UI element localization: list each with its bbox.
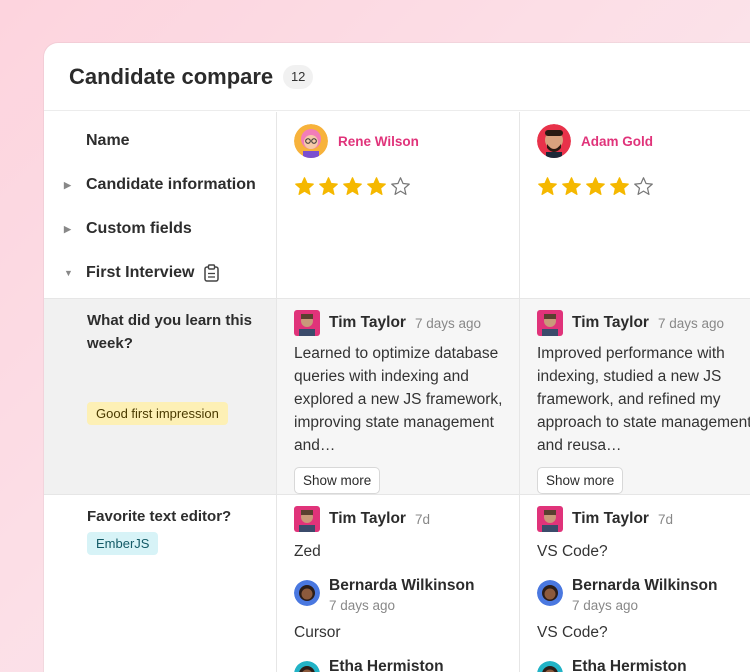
author-name: Tim Taylor [572, 314, 649, 331]
question-text: What did you learn this week? [87, 312, 253, 352]
star-empty-icon[interactable] [390, 176, 411, 197]
star-filled-icon[interactable] [318, 176, 339, 197]
author-name: Tim Taylor [329, 510, 406, 527]
row-label: Candidate information [86, 176, 256, 193]
author-name: Tim Taylor [329, 314, 406, 331]
star-rating[interactable] [294, 176, 411, 197]
response-list: Tim Taylor 7d Zed Bernarda Wilkinson 7 d… [294, 506, 509, 672]
tag-badge: EmberJS [87, 532, 159, 555]
caret-right-icon: ▶ [64, 223, 71, 234]
answer-text: VS Code? [537, 624, 608, 641]
response-list: Tim Taylor 7d VS Code? Bernarda Wilkinso… [537, 506, 750, 672]
star-filled-icon[interactable] [585, 176, 606, 197]
timestamp: 7 days ago [572, 598, 639, 613]
author-name: Bernarda Wilkinson [329, 577, 475, 594]
star-rating[interactable] [537, 176, 654, 197]
avatar [294, 580, 320, 606]
timestamp: 7d [414, 511, 430, 527]
timestamp: 7 days ago [657, 315, 725, 331]
column-divider [519, 112, 520, 672]
caret-down-icon: ▼ [64, 268, 73, 278]
row-custom-fields[interactable]: ▶ Custom fields [64, 220, 192, 238]
avatar [537, 310, 563, 336]
author-name: Etha Hermiston [572, 658, 687, 672]
timestamp: 7 days ago [414, 315, 482, 331]
panel-header: Candidate compare 12 [44, 43, 750, 111]
row-candidate-information[interactable]: ▶ Candidate information [64, 176, 256, 194]
avatar [294, 124, 328, 158]
response: Tim Taylor 7 days ago Improved performan… [537, 310, 750, 494]
show-more-button[interactable]: Show more [294, 467, 381, 494]
star-filled-icon[interactable] [366, 176, 387, 197]
author-name: Tim Taylor [572, 510, 649, 527]
avatar [537, 580, 563, 606]
row-first-interview[interactable]: ▼ First Interview [64, 264, 220, 282]
star-filled-icon[interactable] [609, 176, 630, 197]
row-label: First Interview [86, 264, 195, 281]
page-title: Candidate compare [69, 63, 274, 89]
star-filled-icon[interactable] [342, 176, 363, 197]
candidate-header[interactable]: Adam Gold [537, 124, 653, 158]
answer-text: Improved performance with indexing, stud… [537, 345, 750, 454]
avatar [537, 661, 563, 672]
author-name: Etha Hermiston [329, 658, 444, 672]
author-name: Bernarda Wilkinson [572, 577, 718, 594]
answer-text: Cursor [294, 624, 341, 641]
avatar [537, 506, 563, 532]
candidate-name[interactable]: Rene Wilson [338, 134, 419, 149]
answer-text: Zed [294, 543, 321, 560]
clipboard-icon [204, 264, 220, 282]
avatar [294, 661, 320, 672]
divider [44, 298, 750, 299]
row-label: Name [86, 132, 130, 149]
question-text: Favorite text editor? [87, 508, 232, 525]
avatar [294, 310, 320, 336]
compare-panel: Candidate compare 12 Name ▶ Candidate in… [44, 43, 750, 672]
candidate-count-badge: 12 [283, 64, 314, 89]
timestamp: 7 days ago [329, 598, 396, 613]
caret-right-icon: ▶ [64, 179, 71, 190]
timestamp: 7d [657, 511, 673, 527]
answer-text: Learned to optimize database queries wit… [294, 345, 503, 454]
compare-grid: Name ▶ Candidate information ▶ Custom fi… [44, 112, 750, 672]
response: Tim Taylor 7 days ago Learned to optimiz… [294, 310, 509, 494]
tag-badge: Good first impression [87, 402, 228, 425]
candidate-name[interactable]: Adam Gold [581, 134, 653, 149]
row-label-name: Name [64, 132, 130, 150]
show-more-button[interactable]: Show more [537, 467, 624, 494]
avatar [537, 124, 571, 158]
star-empty-icon[interactable] [633, 176, 654, 197]
star-filled-icon[interactable] [294, 176, 315, 197]
divider [44, 494, 750, 495]
candidate-header[interactable]: Rene Wilson [294, 124, 419, 158]
star-filled-icon[interactable] [537, 176, 558, 197]
star-filled-icon[interactable] [561, 176, 582, 197]
answer-text: VS Code? [537, 543, 608, 560]
row-label: Custom fields [86, 220, 192, 237]
column-divider [276, 112, 277, 672]
avatar [294, 506, 320, 532]
